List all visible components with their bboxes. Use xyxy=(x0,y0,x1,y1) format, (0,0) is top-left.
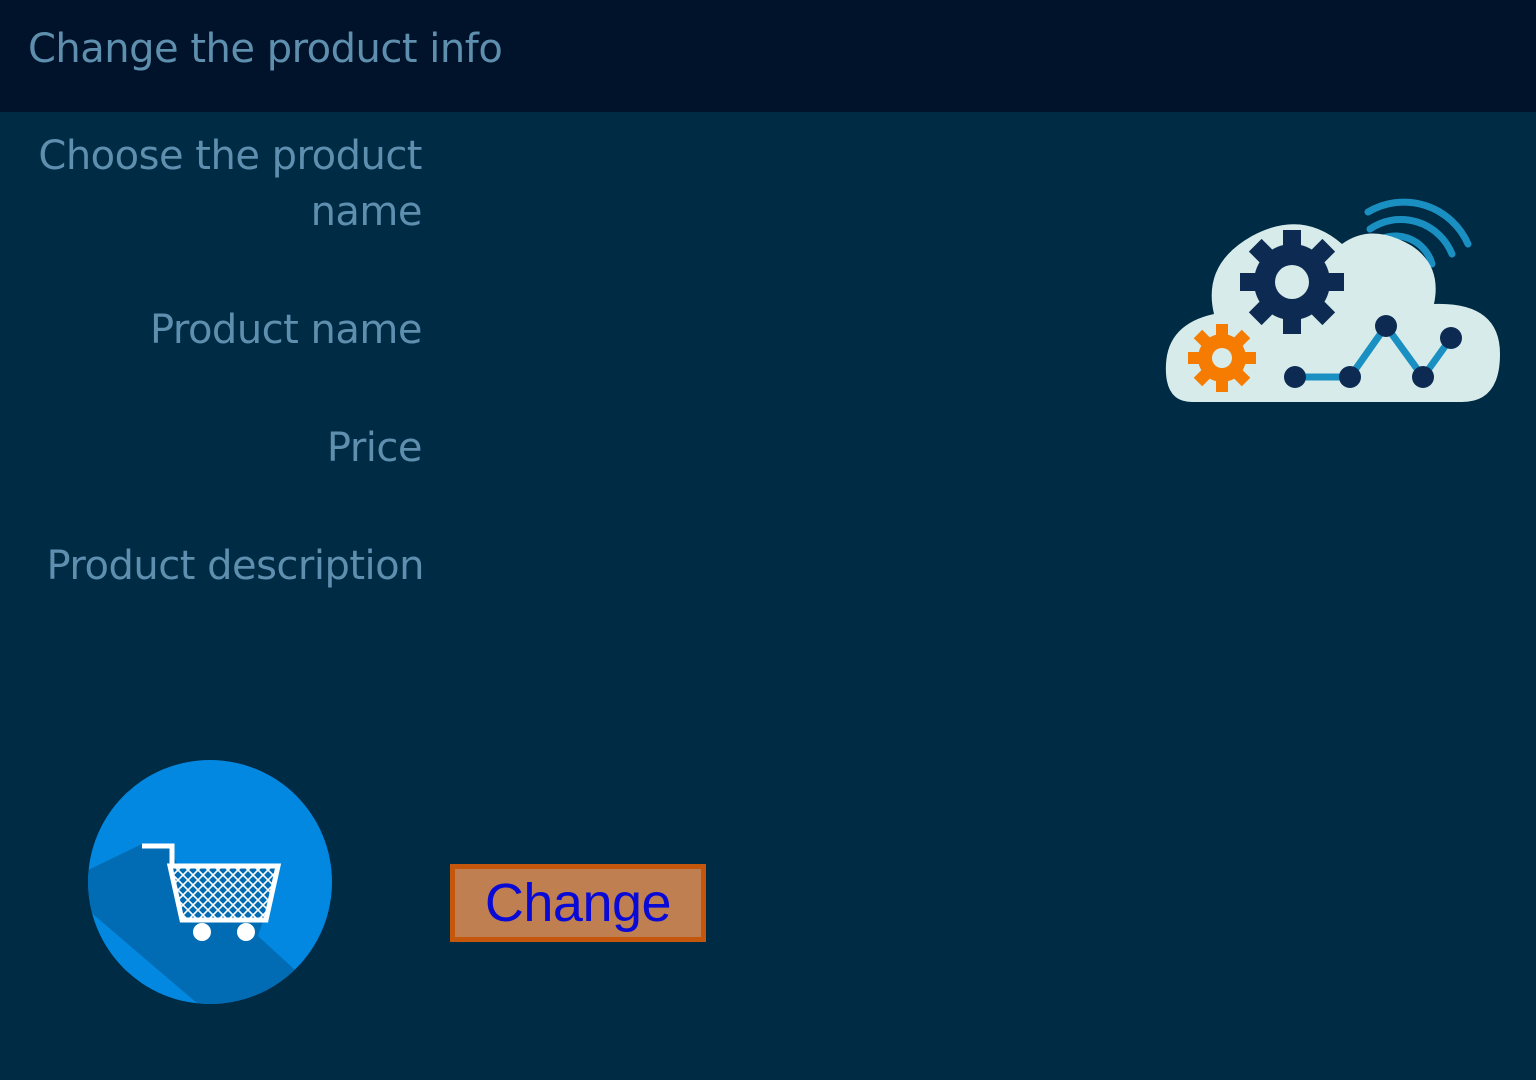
change-button[interactable]: Change xyxy=(450,864,706,942)
price-label: Price xyxy=(326,425,423,471)
shopping-cart-icon xyxy=(88,760,332,1004)
title-bar: Change the product info xyxy=(0,0,1536,112)
main-panel: Choose the product name Product name Pri… xyxy=(0,112,1536,1080)
product-name-label: Product name xyxy=(149,307,423,353)
cloud-gears-analytics-icon xyxy=(1165,198,1500,402)
choose-product-label: Choose the product name xyxy=(38,133,422,235)
product-description-label: Product description xyxy=(46,543,425,589)
window-title: Change the product info xyxy=(28,26,503,72)
